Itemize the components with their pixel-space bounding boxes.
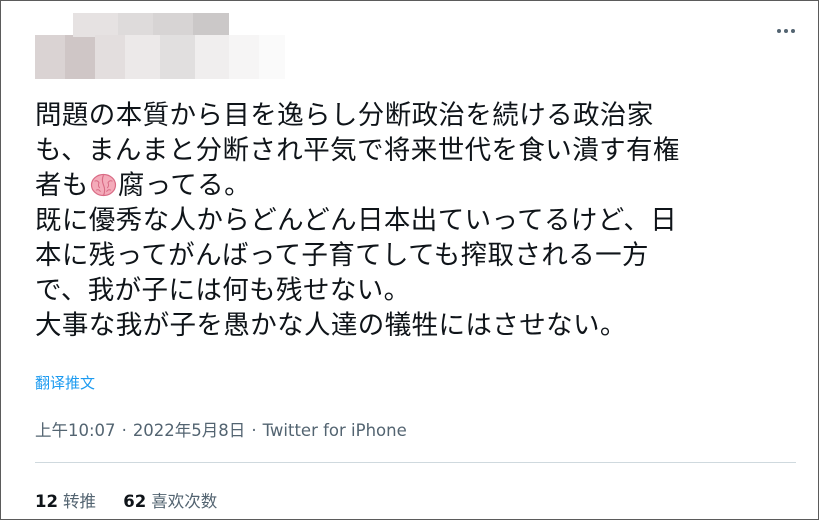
tweet-text-fragment: 腐ってる。 [117,170,251,201]
meta-separator: · [251,421,257,440]
tweet-date[interactable]: 2022年5月8日 [133,421,246,440]
divider [35,462,796,463]
translate-tweet-link[interactable]: 翻译推文 [35,372,95,393]
tweet-stats: 12 转推 62 喜欢次数 [35,488,239,512]
tweet-text-line: 大事な我が子を愚かな人達の犠牲にはさせない。 [35,310,627,341]
more-dots-icon [777,29,795,33]
tweet-card: 問題の本質から目を逸らし分断政治を続ける政治家 も、まんまと分断され平気で将来世… [0,0,819,520]
meta-separator: · [121,421,127,440]
likes-count: 62 [123,492,147,511]
tweet-text-line: 既に優秀な人からどんどん日本出ていってるけど、日 [35,205,678,236]
tweet-text-line: 本に残ってがんばって子育てしても搾取される一方 [35,240,649,271]
tweet-source-link[interactable]: Twitter for iPhone [263,421,407,440]
brain-emoji-icon [90,173,116,197]
retweets-count: 12 [35,492,58,511]
tweet-text-line: 問題の本質から目を逸らし分断政治を続ける政治家 [35,100,654,131]
blurred-author-name [35,13,285,83]
tweet-text-line: も、まんまと分断され平気で将来世代を食い潰す有権 [35,135,680,166]
tweet-text: 問題の本質から目を逸らし分断政治を続ける政治家 も、まんまと分断され平気で将来世… [35,98,795,343]
likes-stat[interactable]: 62 喜欢次数 [123,488,217,512]
likes-label: 喜欢次数 [151,492,218,511]
tweet-time[interactable]: 上午10:07 [35,421,116,440]
tweet-metadata: 上午10:07 · 2022年5月8日 · Twitter for iPhone [35,417,407,441]
tweet-text-line: 者も 腐ってる。 [35,168,795,203]
more-options-button[interactable] [774,23,798,39]
tweet-text-fragment: 者も [35,170,89,201]
retweets-label: 转推 [62,492,96,511]
tweet-text-line: で、我が子には何も残せない。 [35,275,411,306]
retweets-stat[interactable]: 12 转推 [35,488,96,512]
